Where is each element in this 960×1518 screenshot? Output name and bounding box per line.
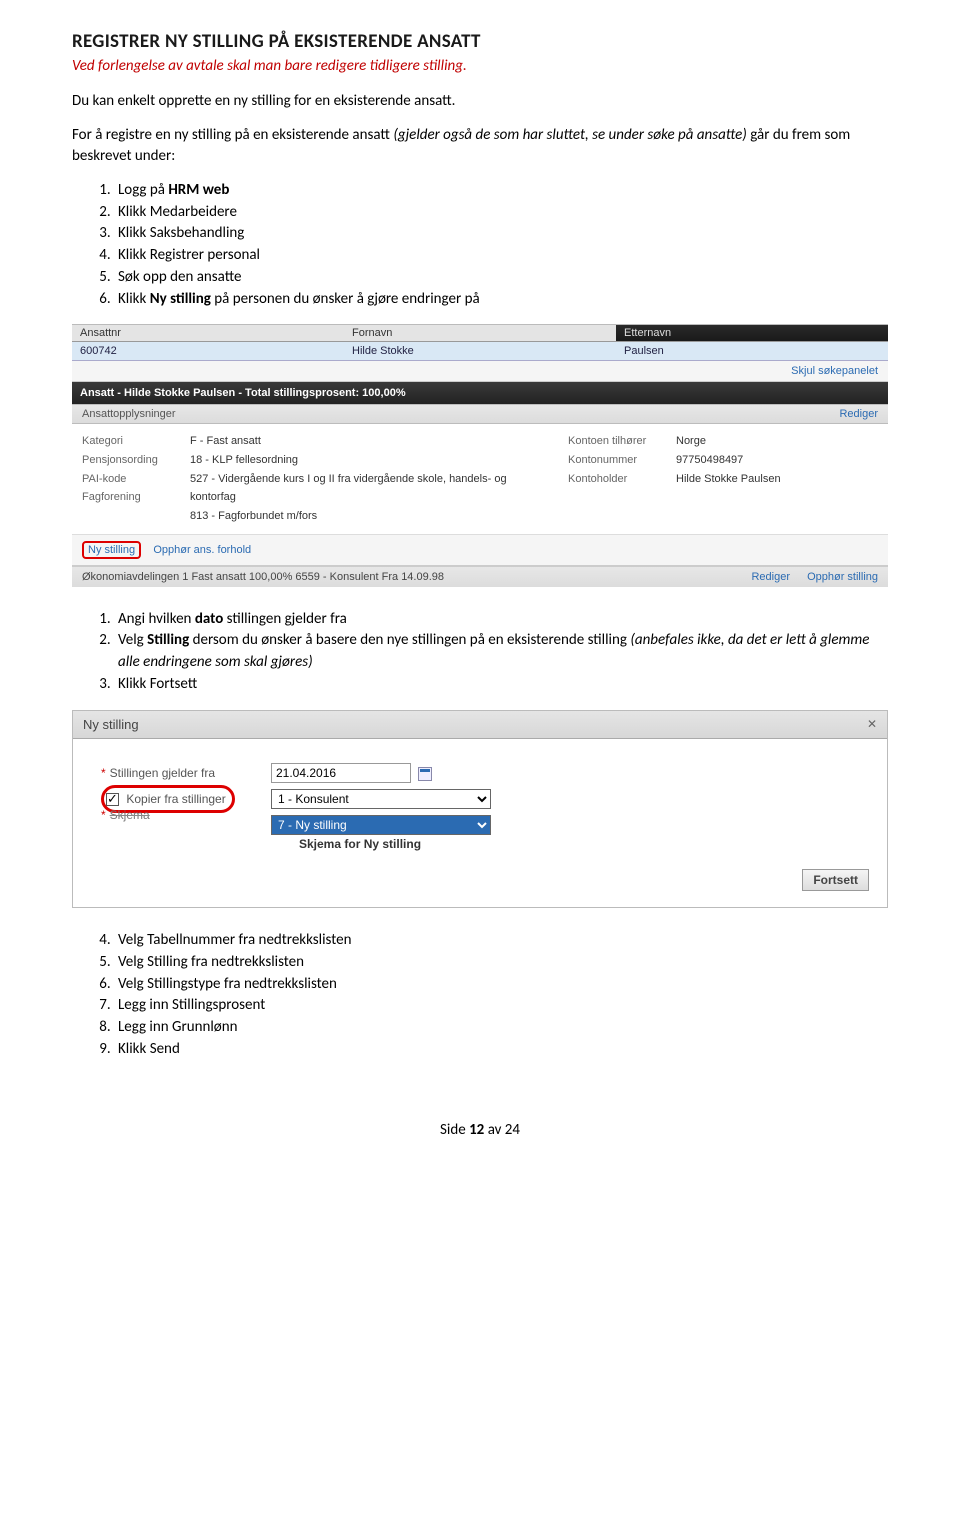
list-item: Velg Stillingstype fra nedtrekkslisten [114,974,888,996]
action-links-row: Ny stilling Opphør ans. forhold [72,535,888,566]
list-item: Velg Tabellnummer fra nedtrekkslisten [114,930,888,952]
dialog-title: Ny stilling [83,717,139,732]
screenshot-employee-panel: Ansattnr Fornavn Etternavn 600742 Hilde … [72,324,888,586]
ny-stilling-link[interactable]: Ny stilling [82,541,141,559]
position-summary: Økonomiavdelingen 1 Fast ansatt 100,00% … [82,571,444,583]
list-item: Klikk Medarbeidere [114,202,888,224]
col-header-etternavn: Etternavn [616,325,888,341]
list-item: Klikk Saksbehandling [114,223,888,245]
list-item: Logg på HRM web [114,180,888,202]
panel-title: Ansattopplysninger [82,408,176,420]
detail-labels-right: Kontoen tilhører Kontonummer Kontoholder [568,432,658,525]
list-item: Klikk Fortsett [114,674,888,696]
label-stillingen-gjelder-fra: * Stillingen gjelder fra [101,766,271,780]
list-item: Søk opp den ansatte [114,267,888,289]
dialog-titlebar: Ny stilling ✕ [73,711,887,739]
required-asterisk-icon: * [101,808,106,822]
opphor-stilling-link[interactable]: Opphør stilling [807,571,878,583]
form-row-skjema: * Skjema 7 - Ny stilling [101,815,869,835]
cell-ansattnr: 600742 [72,342,344,360]
steps-list-c: Velg Tabellnummer fra nedtrekkslisten Ve… [114,930,888,1061]
cell-etternavn: Paulsen [616,342,888,360]
checkbox-kopier[interactable] [106,793,119,806]
select-skjema[interactable]: 7 - Ny stilling [271,815,491,835]
skjema-description: Skjema for Ny stilling [299,837,869,851]
position-row: Økonomiavdelingen 1 Fast ansatt 100,00% … [72,566,888,587]
employee-details: Kategori Pensjonsording PAI-kode Fagfore… [72,424,888,534]
list-item: Klikk Ny stilling på personen du ønsker … [114,289,888,311]
col-header-fornavn: Fornavn [344,325,616,341]
para-instructions: For å registre en ny stilling på en eksi… [72,125,888,166]
page-footer: Side 12 av 24 [72,1121,888,1139]
screenshot-ny-stilling-dialog: Ny stilling ✕ * Stillingen gjelder fra K… [72,710,888,908]
required-asterisk-icon: * [101,766,106,780]
detail-labels-left: Kategori Pensjonsording PAI-kode Fagfore… [82,432,172,525]
hide-search-panel-link[interactable]: Skjul søkepanelet [72,361,888,382]
search-header: Ansattnr Fornavn Etternavn [72,325,888,342]
list-item: Velg Stilling fra nedtrekkslisten [114,952,888,974]
page-heading: REGISTRER NY STILLING PÅ EKSISTERENDE AN… [72,30,888,53]
col-header-ansattnr: Ansattnr [72,325,344,341]
search-result-row[interactable]: 600742 Hilde Stokke Paulsen [72,342,888,361]
opphor-ans-forhold-link[interactable]: Opphør ans. forhold [153,544,251,556]
label-skjema: * Skjema [101,808,271,822]
select-kopier-stilling[interactable]: 1 - Konsulent [271,789,491,809]
list-item: Klikk Send [114,1039,888,1061]
detail-values-left: F - Fast ansatt 18 - KLP fellesordning 5… [190,432,550,525]
subtitle-warning: Ved forlengelse av avtale skal man bare … [72,57,888,75]
edit-link[interactable]: Rediger [839,408,878,420]
detail-values-right: Norge 97750498497 Hilde Stokke Paulsen [676,432,806,525]
steps-list-a: Logg på HRM web Klikk Medarbeidere Klikk… [114,180,888,311]
list-item: Angi hvilken dato stillingen gjelder fra [114,609,888,631]
para-intro: Du kan enkelt opprette en ny stilling fo… [72,91,888,111]
form-row-date: * Stillingen gjelder fra [101,763,869,783]
steps-list-b: Angi hvilken dato stillingen gjelder fra… [114,609,888,696]
list-item: Klikk Registrer personal [114,245,888,267]
employee-title-bar: Ansatt - Hilde Stokke Paulsen - Total st… [72,382,888,404]
position-actions: Rediger Opphør stilling [737,571,878,583]
list-item: Velg Stilling dersom du ønsker å basere … [114,630,888,674]
list-item: Legg inn Grunnlønn [114,1017,888,1039]
date-input[interactable] [271,763,411,783]
cell-fornavn: Hilde Stokke [344,342,616,360]
calendar-icon[interactable] [418,767,432,781]
edit-position-link[interactable]: Rediger [751,571,790,583]
fortsett-button[interactable]: Fortsett [802,869,869,891]
close-icon[interactable]: ✕ [867,717,877,731]
list-item: Legg inn Stillingsprosent [114,995,888,1017]
panel-header-ansattopplysninger: Ansattopplysninger Rediger [72,404,888,424]
